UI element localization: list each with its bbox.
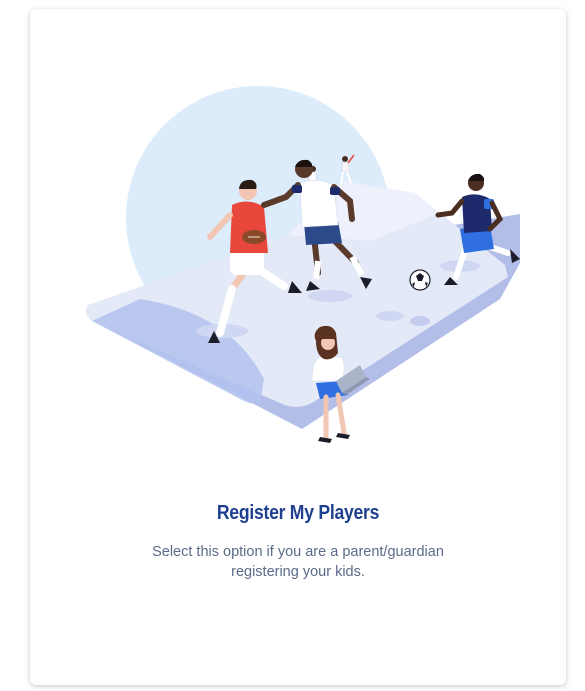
player-shadow	[308, 290, 352, 302]
page: Register My Players Select this option i…	[0, 0, 585, 691]
card-description: Select this option if you are a parent/g…	[152, 544, 444, 580]
soccer-ball	[409, 269, 431, 291]
card-title: Register My Players	[216, 502, 380, 524]
register-my-players-card[interactable]: Register My Players Select this option i…	[30, 9, 566, 685]
field-marker	[410, 316, 430, 326]
youth-sports-illustration	[85, 86, 520, 443]
player-shadow	[376, 311, 404, 321]
